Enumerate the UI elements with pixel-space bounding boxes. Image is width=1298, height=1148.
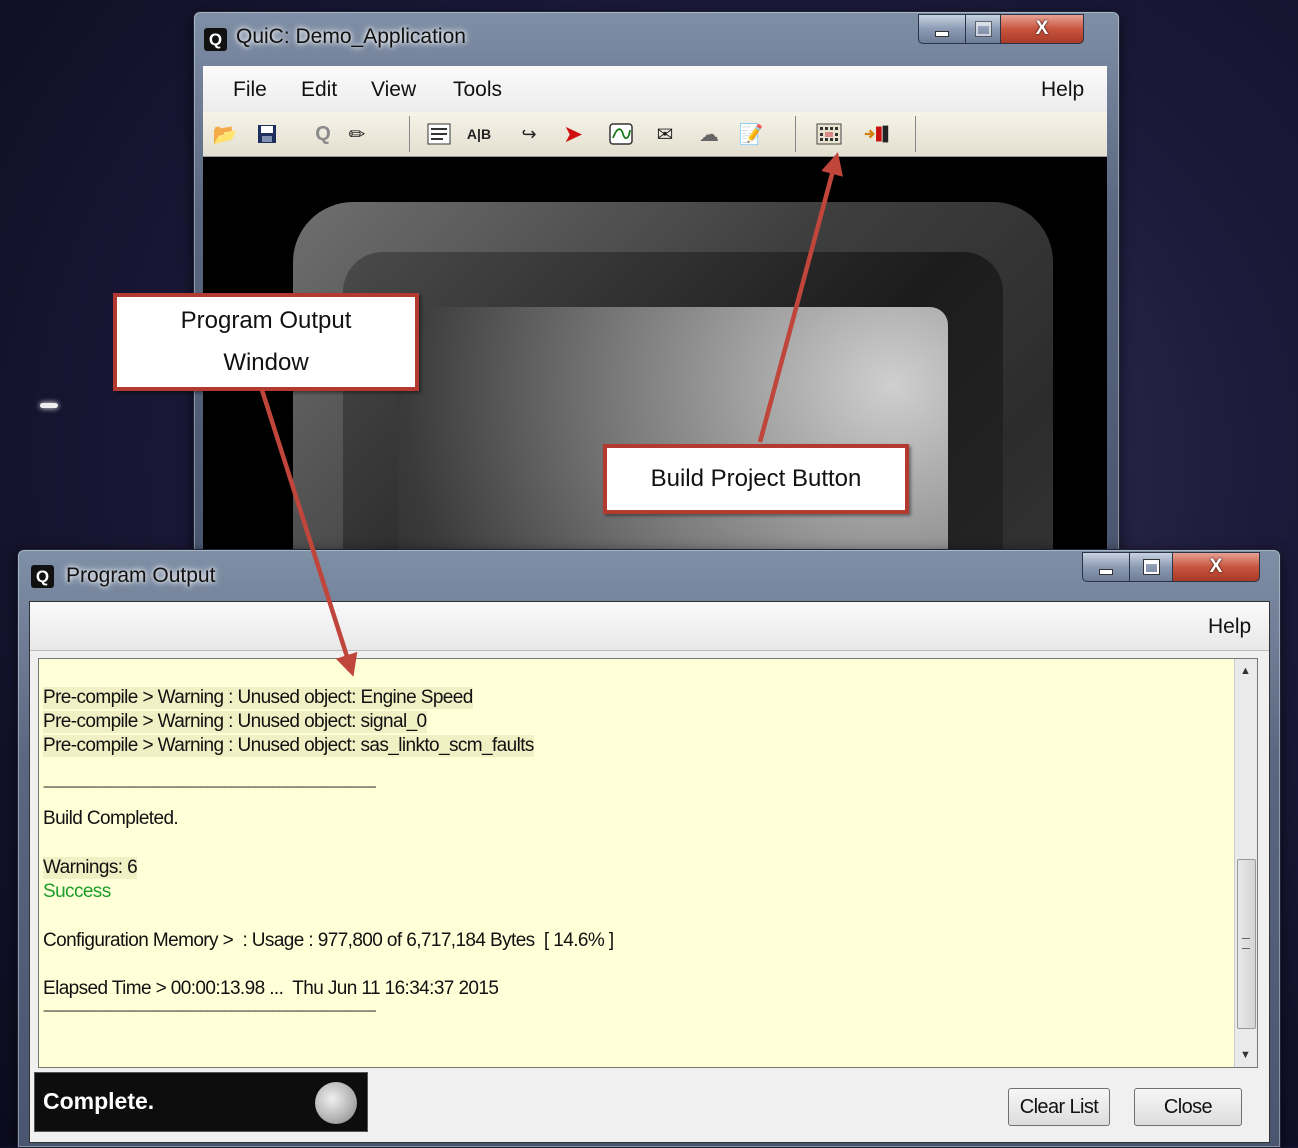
menu-edit[interactable]: Edit — [301, 78, 337, 102]
maximize-icon — [1142, 559, 1160, 575]
callout-build-project-button: Build Project Button — [603, 444, 909, 514]
log-separator: ----------------------------------------… — [43, 1003, 377, 1017]
output-maximize-button[interactable] — [1130, 552, 1173, 582]
output-minimize-button[interactable] — [1082, 552, 1130, 582]
output-close-button[interactable]: X — [1173, 552, 1260, 582]
edit-note-icon[interactable]: 📝 — [737, 120, 765, 148]
save-icon[interactable] — [253, 120, 281, 148]
quic-icon[interactable]: Q — [309, 120, 337, 148]
main-caption-buttons: X — [918, 14, 1084, 44]
moon-icon — [315, 1082, 357, 1124]
properties-icon[interactable] — [425, 120, 453, 148]
log-line-success: Success — [43, 881, 111, 902]
main-toolbar: 📂 Q ✏ A|B ↪ ➤ ✉ ☁ 📝 — [203, 112, 1107, 157]
output-window-title: Program Output — [66, 564, 216, 587]
menu-file[interactable]: File — [233, 78, 267, 102]
log-line-build-completed: Build Completed. — [43, 808, 179, 829]
scroll-down-icon[interactable]: ▼ — [1240, 1049, 1251, 1061]
main-window-title: QuiC: Demo_Application — [236, 25, 466, 48]
output-menu-help[interactable]: Help — [1208, 615, 1251, 639]
open-folder-icon[interactable]: 📂 — [211, 120, 239, 148]
minimize-icon — [935, 31, 949, 37]
menu-help[interactable]: Help — [1041, 78, 1084, 102]
desktop-sparkle — [40, 403, 58, 408]
waveform-icon[interactable] — [607, 120, 635, 148]
message-icon[interactable]: ✉ — [651, 120, 679, 148]
build-project-icon[interactable] — [815, 120, 843, 148]
scrollbar-thumb[interactable] — [1237, 859, 1256, 1029]
log-line-memory: Configuration Memory > : Usage : 977,800… — [43, 930, 614, 951]
clear-list-button[interactable]: Clear List — [1008, 1088, 1110, 1126]
cloud-icon[interactable]: ☁ — [695, 120, 723, 148]
pencil-icon[interactable]: ✏ — [343, 120, 371, 148]
output-caption-buttons: X — [1082, 552, 1260, 582]
minimize-button[interactable] — [918, 14, 966, 44]
ab-compare-icon[interactable]: A|B — [465, 120, 493, 148]
toolbar-separator — [795, 116, 796, 152]
grip-icon — [1242, 938, 1250, 949]
log-line-elapsed: Elapsed Time > 00:00:13.98 ... Thu Jun 1… — [43, 978, 499, 999]
minimize-icon — [1099, 569, 1113, 575]
close-window-button[interactable]: X — [1001, 14, 1084, 44]
log-line-warning: Pre-compile > Warning : Unused object: s… — [43, 735, 534, 757]
output-window-client: Help Pre-compile > Warning : Unused obje… — [29, 601, 1270, 1143]
log-separator: ----------------------------------------… — [43, 779, 377, 793]
menu-view[interactable]: View — [371, 78, 416, 102]
main-menubar: File Edit View Tools Help — [203, 66, 1107, 112]
scroll-up-icon[interactable]: ▲ — [1240, 665, 1251, 677]
status-text: Complete. — [43, 1088, 155, 1114]
output-logo-icon: Q — [31, 565, 54, 588]
callout-text: Program Output Window — [180, 307, 352, 376]
callout-program-output-window: Program Output Window — [113, 293, 419, 391]
maximize-icon — [974, 21, 992, 37]
toolbar-separator — [915, 116, 916, 152]
log-line-warning-count: Warnings: 6 — [43, 857, 138, 879]
exit-icon[interactable] — [863, 120, 891, 148]
close-icon: X — [1209, 556, 1223, 577]
maximize-button[interactable] — [966, 14, 1001, 44]
arrow-icon[interactable]: ➤ — [559, 120, 587, 148]
output-menubar: Help — [30, 602, 1269, 651]
toolbar-separator — [409, 116, 410, 152]
log-scrollbar[interactable]: ▲ ▼ — [1234, 659, 1257, 1067]
callout-text: Build Project Button — [650, 465, 862, 492]
menu-tools[interactable]: Tools — [453, 78, 502, 102]
close-button[interactable]: Close — [1134, 1088, 1242, 1126]
program-output-log[interactable]: Pre-compile > Warning : Unused object: E… — [38, 658, 1258, 1068]
app-logo-icon: Q — [204, 28, 227, 51]
status-panel: Complete. — [34, 1072, 368, 1132]
close-icon: X — [1035, 18, 1049, 39]
signal-route-icon[interactable]: ↪ — [515, 120, 543, 148]
log-line-warning: Pre-compile > Warning : Unused object: E… — [43, 687, 473, 709]
log-line-warning: Pre-compile > Warning : Unused object: s… — [43, 711, 427, 733]
